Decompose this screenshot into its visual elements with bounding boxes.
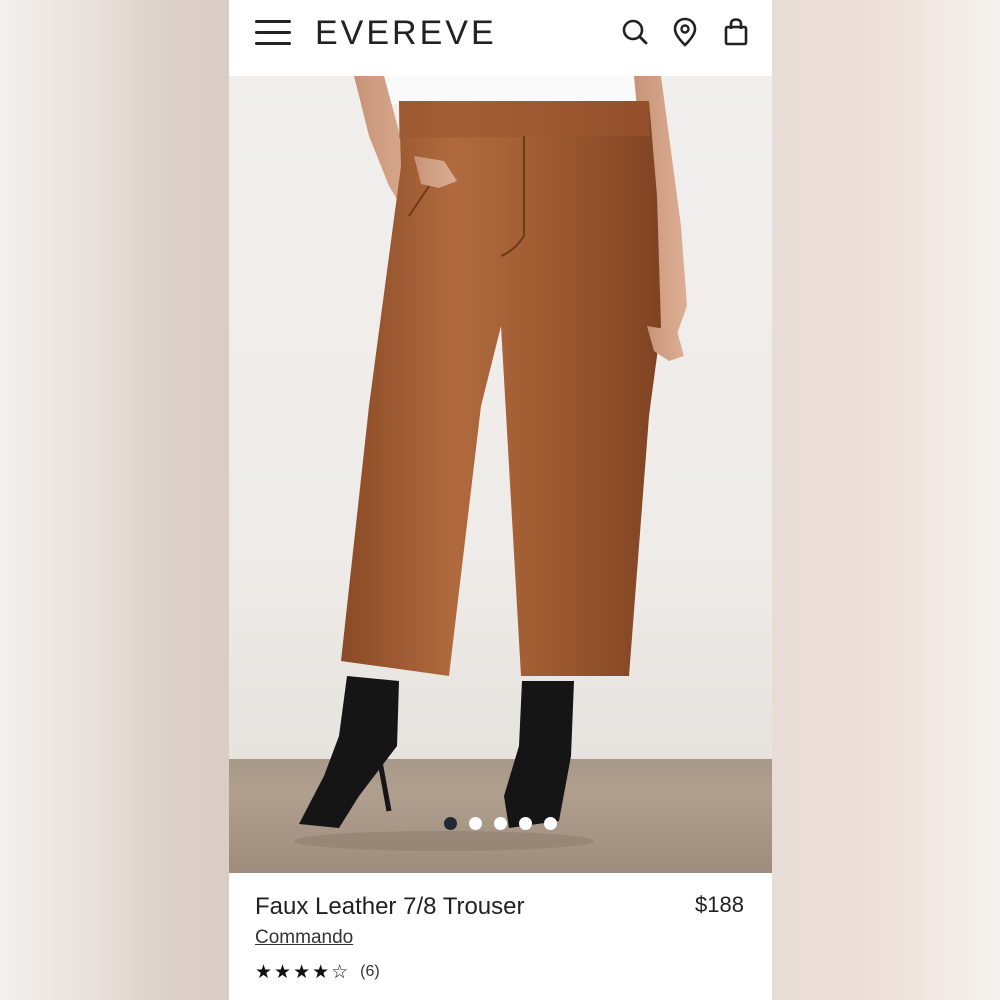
left-boot — [299, 676, 399, 828]
product-price: $188 — [695, 892, 744, 917]
right-boot — [504, 681, 574, 828]
carousel-dot[interactable] — [444, 817, 457, 830]
rating-stars: ★★★★☆ — [255, 961, 351, 983]
site-logo[interactable]: EVEREVE — [315, 14, 497, 53]
site-header: EVEREVE — [229, 0, 772, 76]
mobile-page: EVEREVE Faux Leather 7/8 Trouser $188 Co… — [229, 0, 772, 1000]
shopping-bag-icon[interactable] — [721, 16, 751, 48]
carousel-dot[interactable] — [519, 817, 532, 830]
carousel-pagination — [444, 817, 557, 833]
location-icon[interactable] — [670, 16, 700, 48]
product-rating[interactable]: ★★★★☆ (6) — [255, 961, 380, 983]
carousel-dot[interactable] — [494, 817, 507, 830]
review-count: (6) — [360, 963, 380, 980]
brand-link[interactable]: Commando — [255, 927, 353, 949]
menu-icon[interactable] — [255, 18, 293, 48]
background-left — [0, 0, 229, 1000]
product-title[interactable]: Faux Leather 7/8 Trouser — [255, 893, 524, 921]
carousel-dot[interactable] — [469, 817, 482, 830]
pants — [341, 101, 661, 676]
background-right — [772, 0, 1000, 1000]
search-icon[interactable] — [620, 16, 650, 48]
product-info: Faux Leather 7/8 Trouser $188 Commando ★… — [229, 873, 772, 1000]
product-image-carousel[interactable] — [229, 76, 772, 873]
product-photo — [294, 76, 687, 851]
carousel-dot[interactable] — [544, 817, 557, 830]
